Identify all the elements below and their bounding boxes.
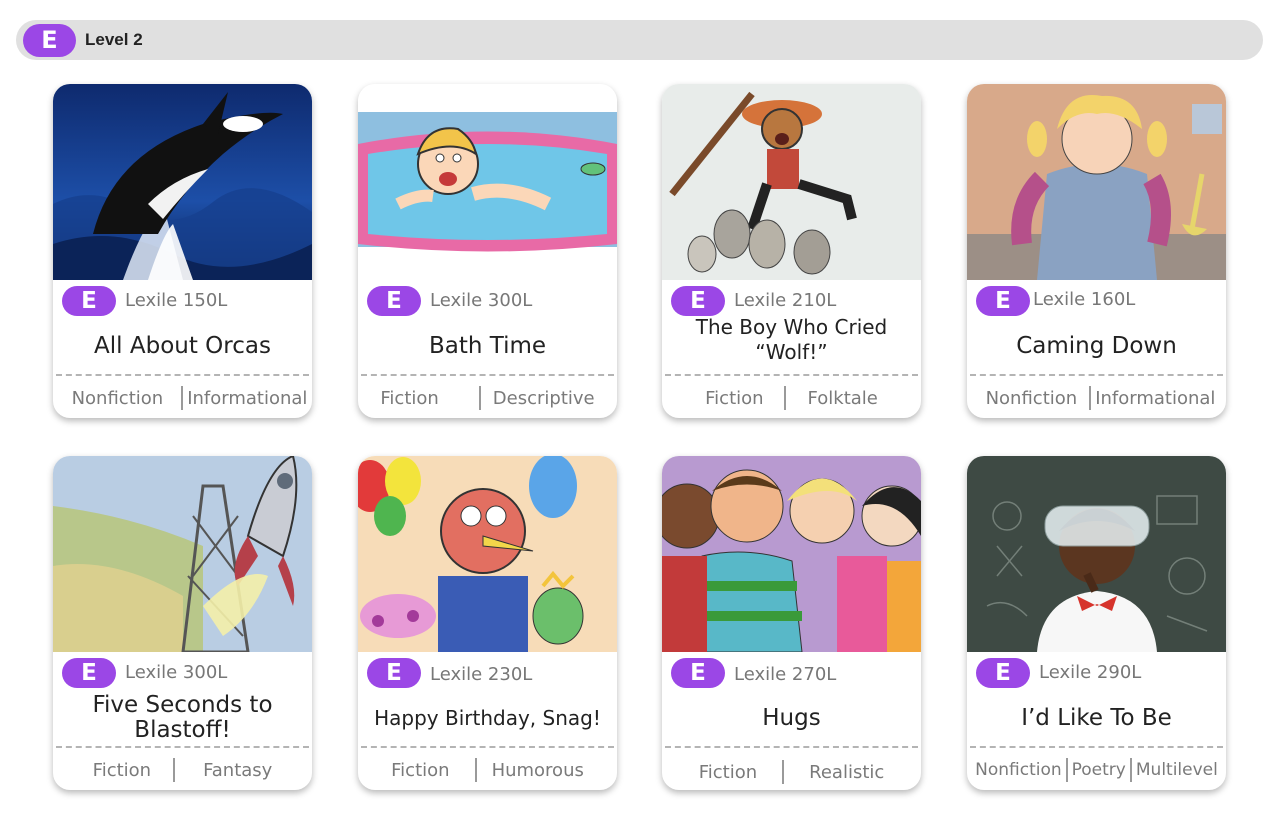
book-cover-image [967,456,1226,652]
level-badge: E [367,286,421,316]
level-badge: E [367,658,421,688]
genre-tag: Informational [187,387,308,409]
book-card-hugs[interactable]: E Lexile 270L Hugs Fiction Realistic [662,456,921,790]
genre-tags: Fiction Humorous [358,756,617,784]
genre-tag: Informational [1095,387,1216,409]
dashed-divider [56,374,309,376]
book-cover-image [53,456,312,652]
genre-tags: Fiction Folktale [662,384,921,412]
lexile-label: Lexile 230L [430,664,533,685]
book-cover-image [53,84,312,280]
book-cover-image [967,84,1226,280]
genre-tag: Fiction [391,759,450,781]
genre-tags: Nonfiction Poetry Multilevel [967,756,1226,784]
dashed-divider [56,746,309,748]
level-header-bar: E Level 2 [16,20,1263,60]
genre-tag: Nonfiction [985,387,1078,409]
book-card-five-seconds-to-blastoff[interactable]: E Lexile 300L Five Seconds to Blastoff! … [53,456,312,790]
dashed-divider [970,374,1223,376]
genre-tag: Folktale [807,387,878,409]
book-title: Caming Down [1016,332,1177,359]
book-card-bath-time[interactable]: E Lexile 300L Bath Time Fiction Descript… [358,84,617,418]
lexile-label: Lexile 300L [430,290,533,311]
level-badge: E [23,23,76,57]
dashed-divider [361,374,614,376]
level-title: Level 2 [85,30,143,49]
dashed-divider [665,746,918,748]
book-title: Happy Birthday, Snag! [374,705,601,730]
genre-tag: Multilevel [1135,760,1218,780]
book-card-boy-who-cried-wolf[interactable]: E Lexile 210L The Boy Who Cried “Wolf!” … [662,84,921,418]
genre-tag: Realistic [809,761,885,783]
book-cover-image [662,84,921,280]
dashed-divider [361,746,614,748]
book-card-happy-birthday-snag[interactable]: E Lexile 230L Happy Birthday, Snag! Fict… [358,456,617,790]
level-badge: E [976,658,1030,688]
book-title: Hugs [762,704,821,731]
genre-tag: Fiction [705,387,764,409]
genre-tags: Nonfiction Informational [967,384,1226,412]
genre-tags: Nonfiction Informational [53,384,312,412]
lexile-label: Lexile 150L [125,290,228,311]
book-cover-image [662,456,921,652]
book-title: Five Seconds to Blastoff! [92,692,273,743]
genre-tags: Fiction Descriptive [358,384,617,412]
lexile-label: Lexile 270L [734,664,837,685]
book-title: Bath Time [428,332,547,359]
dashed-divider [665,374,918,376]
book-card-caming-down[interactable]: E Lexile 160L Caming Down Nonfiction Inf… [967,84,1226,418]
book-card-id-like-to-be[interactable]: E Lexile 290L I’d Like To Be Nonfiction … [967,456,1226,790]
genre-tags: Fiction Realistic [662,758,921,786]
level-badge: E [671,658,725,688]
level-badge: E [62,286,116,316]
book-card-all-about-orcas[interactable]: E Lexile 150L All About Orcas Nonfiction… [53,84,312,418]
genre-tag: Fantasy [203,759,273,781]
genre-tag: Poetry [1071,760,1126,780]
level-badge: E [62,658,116,688]
book-title: The Boy Who Cried “Wolf!” [695,315,888,364]
genre-tags: Fiction Fantasy [53,756,312,784]
genre-tag: Fiction [92,759,152,781]
genre-tag: Fiction [380,387,439,409]
dashed-divider [970,746,1223,748]
genre-tag: Fiction [698,761,758,783]
genre-tag: Humorous [491,759,584,781]
genre-tag: Descriptive [492,387,595,409]
lexile-label: Lexile 300L [125,662,228,683]
book-title: All About Orcas [94,332,271,359]
book-cover-image [358,456,617,652]
lexile-label: Lexile 290L [1039,662,1142,683]
lexile-label: Lexile 160L [1033,289,1136,310]
level-badge: E [976,286,1030,316]
genre-tag: Nonfiction [71,387,164,409]
book-cover-image [358,84,617,280]
lexile-label: Lexile 210L [734,290,837,311]
book-title: I’d Like To Be [1021,704,1172,731]
genre-tag: Nonfiction [975,760,1062,780]
